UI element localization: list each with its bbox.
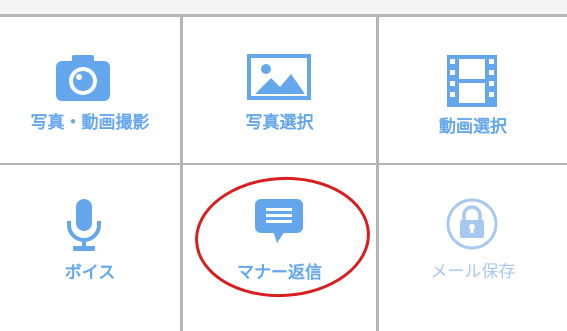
menu-item-manner-reply[interactable]: マナー返信 <box>183 165 376 331</box>
menu-item-video-select[interactable]: 動画選択 <box>379 17 567 163</box>
menu-item-photo-video-capture[interactable]: 写真・動画撮影 <box>0 17 180 163</box>
menu-item-mail-save[interactable]: メール保存 <box>379 165 567 331</box>
image-icon <box>247 54 311 100</box>
camera-icon <box>56 55 110 101</box>
menu-item-label: マナー返信 <box>237 263 322 283</box>
microphone-icon <box>67 199 101 251</box>
menu-item-label: ボイス <box>64 263 116 283</box>
chat-bubble-icon <box>255 199 303 243</box>
menu-item-label: 写真・動画撮影 <box>30 113 150 133</box>
menu-item-label: 写真選択 <box>245 113 314 133</box>
menu-item-voice[interactable]: ボイス <box>0 165 180 331</box>
menu-item-label: 動画選択 <box>439 117 507 137</box>
menu-item-photo-select[interactable]: 写真選択 <box>183 17 376 163</box>
top-bar <box>0 0 567 14</box>
menu-item-label: メール保存 <box>430 262 516 282</box>
film-icon <box>447 55 497 107</box>
lock-icon <box>446 198 498 250</box>
